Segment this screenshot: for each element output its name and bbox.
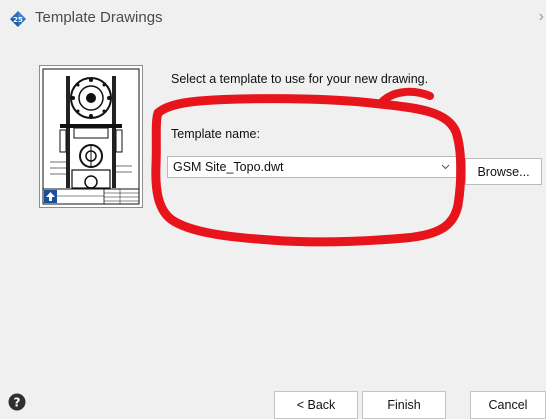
back-button[interactable]: < Back [274, 391, 358, 419]
instruction-text: Select a template to use for your new dr… [171, 72, 429, 86]
svg-text:25: 25 [13, 16, 23, 24]
drawing-preview-icon [42, 68, 140, 205]
red-highlight-annotation [151, 87, 466, 247]
svg-text:?: ? [14, 396, 21, 410]
chevron-right-icon: › [538, 8, 544, 25]
window-title: Template Drawings [35, 9, 163, 26]
finish-button[interactable]: Finish [362, 391, 446, 419]
autodesk-logo-icon: 25 [10, 11, 26, 27]
cancel-button[interactable]: Cancel [470, 391, 546, 419]
chevron-down-icon[interactable] [441, 162, 450, 171]
template-drawings-window: 25 Template Drawings › Select a template… [0, 0, 546, 419]
template-preview-image [39, 65, 143, 208]
question-circle-icon[interactable]: ? [8, 393, 26, 411]
template-name-label: Template name: [171, 127, 260, 141]
template-name-value: GSM Site_Topo.dwt [173, 160, 284, 174]
template-name-combobox[interactable]: GSM Site_Topo.dwt [167, 156, 457, 178]
title-bar: 25 Template Drawings › [0, 0, 546, 38]
browse-button[interactable]: Browse... [465, 158, 542, 185]
dialog-footer: ? < Back Finish Cancel [0, 385, 546, 419]
